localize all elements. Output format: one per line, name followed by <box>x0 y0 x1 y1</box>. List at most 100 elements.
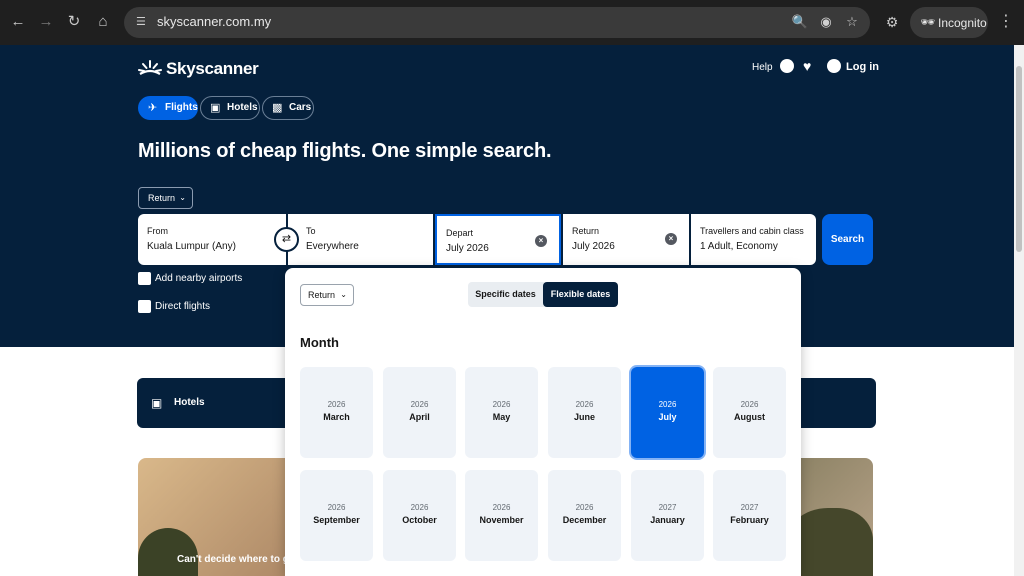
tab-flights-label: Flights <box>165 102 198 113</box>
travellers-field[interactable]: Travellers and cabin class 1 Adult, Econ… <box>691 214 816 265</box>
month-year: 2026 <box>327 400 346 409</box>
month-tile[interactable]: 2026 May <box>465 367 538 458</box>
site-info-icon[interactable]: ☰ <box>136 15 150 29</box>
nearby-airports-checkbox[interactable] <box>138 272 151 285</box>
from-label: From <box>147 226 168 236</box>
month-name: January <box>650 515 685 525</box>
month-name: March <box>323 412 350 422</box>
incognito-icon: 🕶 <box>920 15 936 29</box>
browser-menu-icon[interactable]: ⋮ <box>998 12 1014 32</box>
travellers-value: 1 Adult, Economy <box>700 241 778 252</box>
tab-cars[interactable]: ▩ Cars <box>262 96 314 120</box>
tab-flights[interactable]: ✈ Flights <box>138 96 198 120</box>
month-year: 2026 <box>492 400 511 409</box>
clear-depart-icon[interactable]: × <box>535 235 547 247</box>
bookmark-star-icon[interactable]: ☆ <box>843 13 861 31</box>
page-title: Millions of cheap flights. One simple se… <box>138 140 552 162</box>
popup-trip-type-select[interactable]: Return ⌄ <box>300 284 354 306</box>
back-icon[interactable]: ← <box>8 12 28 32</box>
month-name: October <box>402 515 437 525</box>
travellers-label: Travellers and cabin class <box>700 226 804 236</box>
search-button[interactable]: Search <box>822 214 873 265</box>
bed-icon: ▣ <box>210 102 221 114</box>
depart-field[interactable]: Depart July 2026 × <box>435 214 561 265</box>
reload-icon[interactable]: ↻ <box>64 12 84 32</box>
from-field[interactable]: From Kuala Lumpur (Any) <box>138 214 286 265</box>
month-tile[interactable]: 2026 March <box>300 367 373 458</box>
month-tile[interactable]: 2026 August <box>713 367 786 458</box>
date-picker-popup: Return ⌄ Specific dates Flexible dates M… <box>285 268 801 576</box>
browser-toolbar: ← → ↻ ⌂ ☰ skyscanner.com.my 🔍 ◉ ☆ ⚙ 🕶 In… <box>0 0 1024 45</box>
month-year: 2026 <box>410 503 429 512</box>
month-year: 2026 <box>575 503 594 512</box>
car-icon: ▩ <box>272 102 283 114</box>
month-name: July <box>658 412 677 422</box>
nearby-airports-label[interactable]: Add nearby airports <box>155 273 242 284</box>
month-year: 2026 <box>575 400 594 409</box>
to-label: To <box>306 226 316 236</box>
month-year: 2027 <box>658 503 677 512</box>
home-icon[interactable]: ⌂ <box>93 12 113 32</box>
month-year: 2026 <box>658 400 677 409</box>
month-name: April <box>409 412 430 422</box>
month-name: June <box>573 412 595 422</box>
login-link[interactable]: Log in <box>846 61 879 73</box>
promo-text: Can't decide where to go <box>177 554 295 565</box>
month-name: December <box>562 515 607 525</box>
month-name: November <box>479 515 524 525</box>
depart-value: July 2026 <box>446 243 489 254</box>
logo-text: Skyscanner <box>166 59 259 78</box>
help-link[interactable]: Help <box>752 62 773 73</box>
flexible-dates-tab[interactable]: Flexible dates <box>543 282 618 307</box>
month-name: September <box>313 515 360 525</box>
popup-trip-type-value: Return <box>308 290 336 300</box>
page-scrollbar-thumb[interactable] <box>1016 66 1022 252</box>
bed-icon: ▣ <box>151 396 163 410</box>
month-year: 2027 <box>740 503 759 512</box>
month-tile[interactable]: 2026 November <box>465 470 538 561</box>
depart-label: Depart <box>446 228 474 238</box>
plane-icon: ✈ <box>148 102 158 114</box>
user-icon[interactable] <box>827 59 841 73</box>
month-year: 2026 <box>740 400 759 409</box>
direct-flights-label[interactable]: Direct flights <box>155 301 210 312</box>
month-tile[interactable]: 2026 December <box>548 470 621 561</box>
month-tile[interactable]: 2026 October <box>383 470 456 561</box>
extensions-icon[interactable]: ⚙ <box>882 12 902 32</box>
incognito-badge[interactable]: 🕶 Incognito <box>910 7 988 38</box>
swap-icon[interactable]: ⇄ <box>274 227 299 252</box>
tab-hotels[interactable]: ▣ Hotels <box>200 96 260 120</box>
zoom-icon[interactable]: 🔍 <box>791 13 809 31</box>
to-value: Everywhere <box>306 241 359 252</box>
from-value: Kuala Lumpur (Any) <box>147 241 236 252</box>
heart-icon[interactable]: ♥ <box>803 58 811 74</box>
url-text[interactable]: skyscanner.com.my <box>157 14 271 29</box>
skyscanner-sun-icon <box>138 60 162 75</box>
clear-return-icon[interactable]: × <box>665 233 677 245</box>
address-bar[interactable]: ☰ skyscanner.com.my 🔍 ◉ ☆ <box>124 7 870 38</box>
return-label: Return <box>572 226 600 236</box>
forward-icon[interactable]: → <box>36 12 56 32</box>
trip-type-select[interactable]: Return ⌄ <box>138 187 193 209</box>
month-name: August <box>734 412 765 422</box>
eye-off-icon[interactable]: ◉ <box>817 13 835 31</box>
month-tile[interactable]: 2027 February <box>713 470 786 561</box>
month-tile[interactable]: 2026 April <box>383 367 456 458</box>
tree-silhouette <box>138 528 198 576</box>
month-name: February <box>730 515 769 525</box>
return-field[interactable]: Return July 2026 × <box>563 214 689 265</box>
month-tile[interactable]: 2026 June <box>548 367 621 458</box>
month-tile-selected[interactable]: 2026 July <box>631 367 704 458</box>
month-year: 2026 <box>327 503 346 512</box>
specific-dates-tab[interactable]: Specific dates <box>468 282 543 307</box>
return-value: July 2026 <box>572 241 615 252</box>
month-tile[interactable]: 2026 September <box>300 470 373 561</box>
globe-icon[interactable] <box>780 59 794 73</box>
month-tile[interactable]: 2027 January <box>631 470 704 561</box>
chevron-down-icon: ⌄ <box>340 290 347 299</box>
to-field[interactable]: To Everywhere <box>288 214 433 265</box>
hotels-banner-label: Hotels <box>174 397 205 408</box>
direct-flights-checkbox[interactable] <box>138 300 151 313</box>
chevron-down-icon: ⌄ <box>179 193 186 202</box>
month-heading: Month <box>300 335 339 350</box>
